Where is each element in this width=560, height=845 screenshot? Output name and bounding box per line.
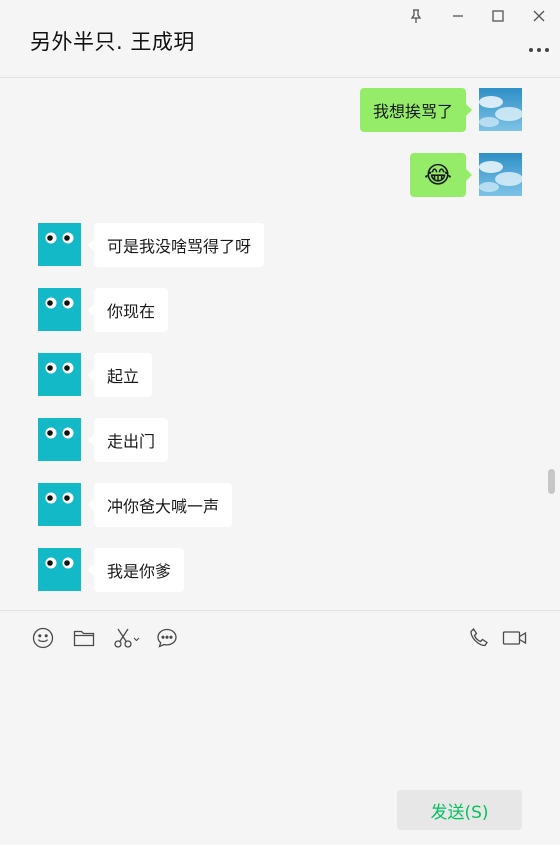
my-message-bubble[interactable]: 我想挨骂了 bbox=[359, 88, 473, 132]
my-avatar[interactable] bbox=[479, 153, 522, 196]
chat-title: 另外半只. 王成玥 bbox=[30, 30, 195, 54]
close-icon[interactable] bbox=[528, 7, 550, 25]
peer-message-bubble[interactable]: 起立 bbox=[87, 353, 153, 397]
message-scrollbar[interactable] bbox=[548, 469, 555, 494]
more-icon[interactable] bbox=[528, 40, 550, 54]
message-input[interactable] bbox=[0, 660, 560, 780]
message-row: 我是你爹 bbox=[0, 548, 560, 594]
message-row: 起立 bbox=[0, 353, 560, 399]
message-row: 😂 bbox=[0, 153, 560, 199]
scissors-icon[interactable] bbox=[112, 626, 142, 650]
peer-message-bubble[interactable]: 冲你爸大喊一声 bbox=[87, 483, 233, 527]
minimize-icon[interactable] bbox=[447, 7, 469, 25]
message-row: 冲你爸大喊一声 bbox=[0, 483, 560, 529]
peer-avatar[interactable] bbox=[38, 418, 81, 461]
tears-of-joy-emoji: 😂 bbox=[423, 161, 452, 189]
peer-message-bubble[interactable]: 你现在 bbox=[87, 288, 169, 332]
peer-avatar[interactable] bbox=[38, 353, 81, 396]
composer-divider bbox=[0, 610, 560, 611]
peer-message-bubble[interactable]: 我是你爹 bbox=[87, 548, 185, 592]
pin-icon[interactable] bbox=[405, 7, 427, 25]
maximize-icon[interactable] bbox=[487, 7, 509, 25]
video-call-icon[interactable] bbox=[502, 626, 528, 650]
peer-avatar[interactable] bbox=[38, 288, 81, 331]
send-button[interactable]: 发送(S) bbox=[397, 790, 522, 830]
my-avatar[interactable] bbox=[479, 88, 522, 131]
peer-avatar[interactable] bbox=[38, 548, 81, 591]
my-message-bubble[interactable]: 😂 bbox=[409, 153, 473, 197]
message-row: 我想挨骂了 bbox=[0, 88, 560, 134]
peer-avatar[interactable] bbox=[38, 223, 81, 266]
message-list[interactable]: 我想挨骂了 😂 可是我没啥骂得了呀 你现在 起立 走出门 冲你爸大喊一声 我是你… bbox=[0, 78, 560, 610]
folder-icon[interactable] bbox=[72, 626, 96, 650]
peer-message-bubble[interactable]: 走出门 bbox=[87, 418, 169, 462]
emoji-icon[interactable] bbox=[31, 626, 55, 650]
phone-icon[interactable] bbox=[467, 626, 491, 650]
chat-history-icon[interactable] bbox=[155, 626, 179, 650]
message-row: 可是我没啥骂得了呀 bbox=[0, 223, 560, 269]
message-row: 走出门 bbox=[0, 418, 560, 464]
peer-message-bubble[interactable]: 可是我没啥骂得了呀 bbox=[87, 223, 265, 267]
peer-avatar[interactable] bbox=[38, 483, 81, 526]
message-row: 你现在 bbox=[0, 288, 560, 334]
chat-header: 另外半只. 王成玥 bbox=[0, 0, 560, 78]
